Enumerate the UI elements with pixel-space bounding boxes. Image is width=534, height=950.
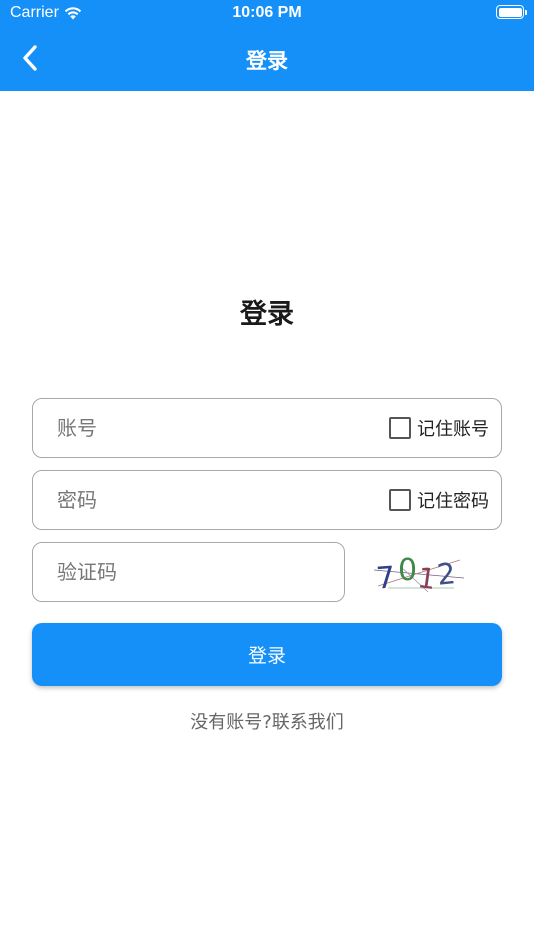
battery-icon (496, 5, 527, 19)
status-bar: Carrier 10:06 PM (0, 0, 534, 30)
page-title: 登录 (240, 299, 294, 330)
captcha-char: 7 (375, 560, 396, 594)
password-input[interactable] (57, 471, 377, 529)
account-input[interactable] (57, 399, 377, 457)
captcha-field (32, 542, 345, 602)
nav-title: 登录 (246, 49, 288, 73)
remember-password-checkbox[interactable] (389, 489, 411, 511)
captcha-char: 0 (398, 553, 417, 588)
account-field: 记住账号 (32, 398, 502, 458)
remember-account-toggle[interactable]: 记住账号 (389, 399, 489, 457)
captcha-input[interactable] (57, 543, 327, 601)
remember-password-toggle[interactable]: 记住密码 (389, 471, 489, 529)
app-header: Carrier 10:06 PM 登录 (0, 0, 534, 91)
battery-level (498, 7, 522, 17)
remember-account-checkbox[interactable] (389, 417, 411, 439)
battery-nub (525, 9, 527, 15)
captcha-char: 2 (435, 556, 457, 592)
login-button[interactable]: 登录 (32, 623, 502, 686)
remember-password-label: 记住密码 (417, 491, 489, 512)
captcha-char: 1 (416, 561, 438, 594)
status-time: 10:06 PM (232, 4, 302, 21)
nav-bar: 登录 (0, 30, 534, 91)
remember-account-label: 记住账号 (417, 419, 489, 440)
captcha-image[interactable]: 7 0 1 2 (370, 548, 466, 594)
contact-us-link[interactable]: 没有账号?联系我们 (0, 708, 534, 734)
password-field: 记住密码 (32, 470, 502, 530)
